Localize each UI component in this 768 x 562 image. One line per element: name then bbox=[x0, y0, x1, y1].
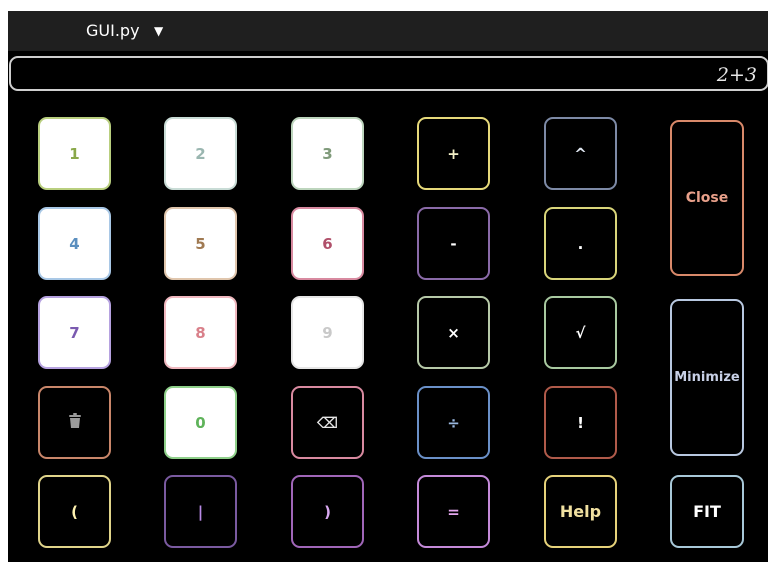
key-0[interactable]: 0 bbox=[164, 386, 237, 459]
trash-icon bbox=[68, 412, 82, 433]
key-4[interactable]: 4 bbox=[38, 207, 111, 280]
key-left-paren[interactable]: ( bbox=[38, 475, 111, 548]
key-divide-label: ÷ bbox=[447, 413, 460, 432]
key-right-paren-label: ) bbox=[324, 502, 331, 521]
key-2[interactable]: 2 bbox=[164, 117, 237, 190]
caret-down-icon[interactable]: ▼ bbox=[154, 23, 163, 39]
key-0-label: 0 bbox=[195, 413, 206, 432]
key-equals-label: = bbox=[447, 502, 460, 521]
fit-button[interactable]: FIT bbox=[670, 475, 744, 548]
window-title[interactable]: GUI.py bbox=[86, 22, 140, 40]
key-minus-label: - bbox=[450, 234, 457, 253]
key-equals[interactable]: = bbox=[417, 475, 490, 548]
key-right-paren[interactable]: ) bbox=[291, 475, 364, 548]
minimize-button[interactable]: Minimize bbox=[670, 299, 744, 456]
minimize-button-label: Minimize bbox=[674, 370, 740, 385]
help-button[interactable]: Help bbox=[544, 475, 617, 548]
key-factorial-label: ! bbox=[577, 413, 584, 432]
key-plus[interactable]: + bbox=[417, 117, 490, 190]
key-abs-bar-label: | bbox=[197, 502, 204, 521]
key-left-paren-label: ( bbox=[71, 502, 78, 521]
key-multiply[interactable]: × bbox=[417, 296, 490, 369]
help-button-label: Help bbox=[559, 502, 602, 521]
key-abs-bar[interactable]: | bbox=[164, 475, 237, 548]
key-7[interactable]: 7 bbox=[38, 296, 111, 369]
key-6-label: 6 bbox=[322, 234, 333, 253]
key-divide[interactable]: ÷ bbox=[417, 386, 490, 459]
key-multiply-label: × bbox=[447, 323, 460, 342]
key-7-label: 7 bbox=[69, 323, 80, 342]
key-9-label: 9 bbox=[322, 323, 333, 342]
key-1[interactable]: 1 bbox=[38, 117, 111, 190]
close-button-label: Close bbox=[685, 190, 729, 206]
key-3[interactable]: 3 bbox=[291, 117, 364, 190]
key-1-label: 1 bbox=[69, 144, 80, 163]
backspace-button[interactable]: ⌫ bbox=[291, 386, 364, 459]
fit-button-label: FIT bbox=[693, 502, 721, 521]
key-factorial[interactable]: ! bbox=[544, 386, 617, 459]
title-bar: GUI.py ▼ bbox=[8, 11, 768, 51]
close-button[interactable]: Close bbox=[670, 120, 744, 276]
key-8[interactable]: 8 bbox=[164, 296, 237, 369]
key-3-label: 3 bbox=[322, 144, 333, 163]
display-expression: 2+3 bbox=[716, 64, 757, 86]
key-square-root[interactable]: √ bbox=[544, 296, 617, 369]
clear-button[interactable] bbox=[38, 386, 111, 459]
key-2-label: 2 bbox=[195, 144, 206, 163]
key-plus-label: + bbox=[447, 144, 460, 163]
key-8-label: 8 bbox=[195, 323, 206, 342]
key-9[interactable]: 9 bbox=[291, 296, 364, 369]
backspace-icon: ⌫ bbox=[316, 413, 339, 432]
key-minus[interactable]: - bbox=[417, 207, 490, 280]
key-4-label: 4 bbox=[69, 234, 80, 253]
calculator-display[interactable]: 2+3 bbox=[9, 56, 768, 91]
key-power[interactable]: ^ bbox=[544, 117, 617, 190]
key-power-label: ^ bbox=[574, 144, 587, 163]
key-decimal-point-label: . bbox=[577, 234, 584, 253]
calculator-window: GUI.py ▼ bbox=[8, 11, 768, 562]
key-square-root-label: √ bbox=[575, 323, 586, 342]
key-5-label: 5 bbox=[195, 234, 206, 253]
key-6[interactable]: 6 bbox=[291, 207, 364, 280]
key-decimal-point[interactable]: . bbox=[544, 207, 617, 280]
key-5[interactable]: 5 bbox=[164, 207, 237, 280]
